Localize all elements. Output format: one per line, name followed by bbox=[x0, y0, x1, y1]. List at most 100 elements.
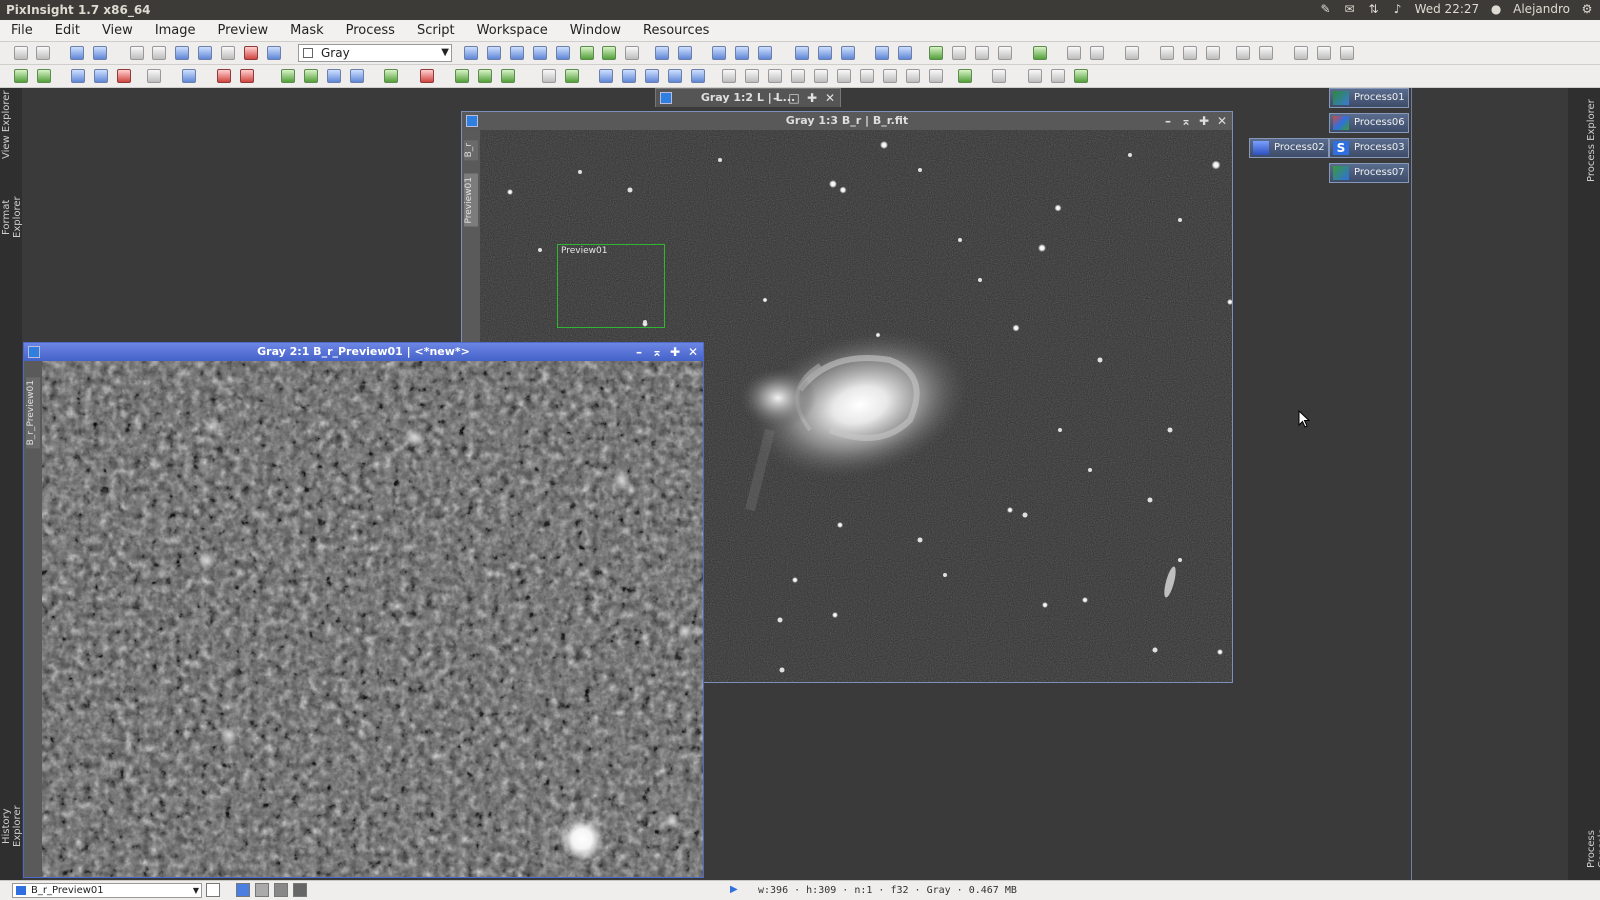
shade-icon[interactable]: ⌅ bbox=[1180, 112, 1192, 130]
close-icon[interactable]: ✕ bbox=[1216, 112, 1228, 130]
workspace-3-icon[interactable] bbox=[975, 46, 989, 60]
layer-c-icon[interactable] bbox=[1028, 69, 1042, 83]
view-selector-combo[interactable]: B_r_Preview01 ▼ bbox=[12, 883, 202, 898]
preview-image-window[interactable]: Gray 2:1 B_r_Preview01 | <*new*> – ⌅ ✚ ✕… bbox=[23, 342, 704, 878]
zoom-in-icon[interactable] bbox=[655, 46, 669, 60]
menu-image[interactable]: Image bbox=[144, 23, 207, 38]
workspace-4-icon[interactable] bbox=[998, 46, 1012, 60]
mask-a-icon[interactable] bbox=[455, 69, 469, 83]
invert-icon[interactable] bbox=[745, 69, 759, 83]
duplicate-icon[interactable] bbox=[130, 46, 144, 60]
tile-horizontal-icon[interactable] bbox=[841, 46, 855, 60]
channel-b-icon[interactable] bbox=[293, 883, 307, 897]
tab-preview-view[interactable]: B_r_Preview01 bbox=[26, 377, 40, 449]
layer-b-icon[interactable] bbox=[992, 69, 1006, 83]
minimize-icon[interactable]: – bbox=[1162, 112, 1174, 130]
layer-e-icon[interactable] bbox=[1074, 69, 1088, 83]
pan-icon[interactable] bbox=[464, 46, 478, 60]
user-name[interactable]: Alejandro bbox=[1513, 2, 1570, 16]
swatch-7-icon[interactable] bbox=[906, 69, 920, 83]
gradient-icon[interactable] bbox=[565, 69, 579, 83]
stf-icon[interactable] bbox=[244, 46, 258, 60]
edit-icon[interactable]: ✎ bbox=[1319, 2, 1333, 16]
close-icon[interactable]: ✕ bbox=[824, 89, 836, 107]
menu-workspace[interactable]: Workspace bbox=[466, 23, 559, 38]
tool-h-icon[interactable] bbox=[1317, 46, 1331, 60]
view-explorer-tab[interactable]: View Explorer bbox=[1, 90, 21, 160]
shade-icon[interactable]: ⌅ bbox=[651, 343, 663, 361]
minimize-icon[interactable]: – bbox=[770, 89, 782, 107]
open-icon[interactable] bbox=[70, 46, 84, 60]
edit-preview-icon[interactable] bbox=[602, 46, 616, 60]
channel-rgb-icon[interactable] bbox=[236, 883, 250, 897]
tab-preview01[interactable]: Preview01 bbox=[464, 174, 478, 227]
preview-image-canvas[interactable] bbox=[42, 361, 703, 877]
history-explorer-tab[interactable]: History Explorer bbox=[1, 786, 23, 866]
mask-b-icon[interactable] bbox=[478, 69, 492, 83]
volume-icon[interactable]: ♪ bbox=[1391, 2, 1405, 16]
preview-selection-rect[interactable]: Preview01 bbox=[557, 244, 665, 328]
menu-script[interactable]: Script bbox=[406, 23, 466, 38]
process-icon-process03[interactable]: S Process03 bbox=[1329, 138, 1409, 158]
statistics-icon[interactable] bbox=[198, 46, 212, 60]
new-preview-icon[interactable] bbox=[580, 46, 594, 60]
transform-a-icon[interactable] bbox=[281, 69, 295, 83]
process-icon-process06[interactable]: Process06 bbox=[1329, 113, 1409, 133]
minimized-window-title[interactable]: Gray 1:2 L | L... – □ ✚ ✕ bbox=[656, 89, 840, 107]
tab-main-view[interactable]: B_r bbox=[464, 140, 478, 161]
histogram-icon[interactable] bbox=[420, 69, 434, 83]
process-icon-process02[interactable]: Process02 bbox=[1249, 138, 1329, 158]
rgb-combine-icon[interactable] bbox=[94, 69, 108, 83]
gray-icon[interactable] bbox=[147, 69, 161, 83]
restore-icon[interactable]: □ bbox=[788, 89, 800, 107]
menu-process[interactable]: Process bbox=[335, 23, 406, 38]
maximize-icon[interactable]: ✚ bbox=[669, 343, 681, 361]
menu-resources[interactable]: Resources bbox=[632, 23, 720, 38]
close-image-icon[interactable] bbox=[175, 46, 189, 60]
zoom-2-1-icon[interactable] bbox=[556, 46, 570, 60]
swatch-3-icon[interactable] bbox=[814, 69, 828, 83]
grid-icon[interactable] bbox=[350, 69, 364, 83]
minimize-icon[interactable]: – bbox=[633, 343, 645, 361]
network-icon[interactable]: ⇅ bbox=[1367, 2, 1381, 16]
transform-c-icon[interactable] bbox=[327, 69, 341, 83]
close-icon[interactable]: ✕ bbox=[687, 343, 699, 361]
menu-edit[interactable]: Edit bbox=[44, 23, 91, 38]
tool-d-icon[interactable] bbox=[1206, 46, 1220, 60]
channel-g-icon[interactable] bbox=[274, 883, 288, 897]
mask-c-icon[interactable] bbox=[501, 69, 515, 83]
display-b-icon[interactable] bbox=[758, 46, 772, 60]
format-explorer-tab[interactable]: Format Explorer bbox=[1, 178, 23, 256]
curves-icon[interactable] bbox=[384, 69, 398, 83]
swatch-4-icon[interactable] bbox=[837, 69, 851, 83]
new-image-icon[interactable] bbox=[152, 46, 166, 60]
channel-r-icon[interactable] bbox=[255, 883, 269, 897]
console-icon[interactable] bbox=[1090, 46, 1104, 60]
process-a-icon[interactable] bbox=[14, 69, 28, 83]
workspace-1-icon[interactable] bbox=[929, 46, 943, 60]
play-icon[interactable]: ▶ bbox=[730, 884, 738, 895]
mask-icon[interactable] bbox=[221, 46, 235, 60]
swatch-8-icon[interactable] bbox=[929, 69, 943, 83]
zoom-out-icon[interactable] bbox=[678, 46, 692, 60]
minimize-all-icon[interactable] bbox=[875, 46, 889, 60]
tool-i-icon[interactable] bbox=[1340, 46, 1354, 60]
menu-view[interactable]: View bbox=[91, 23, 144, 38]
tool-a-icon[interactable] bbox=[1125, 46, 1139, 60]
process-console-tab[interactable]: Process Console bbox=[1586, 788, 1600, 868]
gear-icon[interactable]: ⚙ bbox=[1580, 2, 1594, 16]
layer-d-icon[interactable] bbox=[1051, 69, 1065, 83]
menu-file[interactable]: File bbox=[0, 23, 44, 38]
swatch-5-icon[interactable] bbox=[860, 69, 874, 83]
layer-a-icon[interactable] bbox=[958, 69, 972, 83]
explorer-icon[interactable] bbox=[1067, 46, 1081, 60]
rgb-split-icon[interactable] bbox=[71, 69, 85, 83]
maximize-icon[interactable]: ✚ bbox=[1198, 112, 1210, 130]
tool-b-icon[interactable] bbox=[1160, 46, 1174, 60]
swatch-6-icon[interactable] bbox=[883, 69, 897, 83]
view-selector[interactable]: Gray ▼ bbox=[298, 44, 452, 62]
save-icon[interactable] bbox=[93, 46, 107, 60]
mirror-v-icon[interactable] bbox=[691, 69, 705, 83]
menu-preview[interactable]: Preview bbox=[207, 23, 280, 38]
tool-f-icon[interactable] bbox=[1259, 46, 1273, 60]
